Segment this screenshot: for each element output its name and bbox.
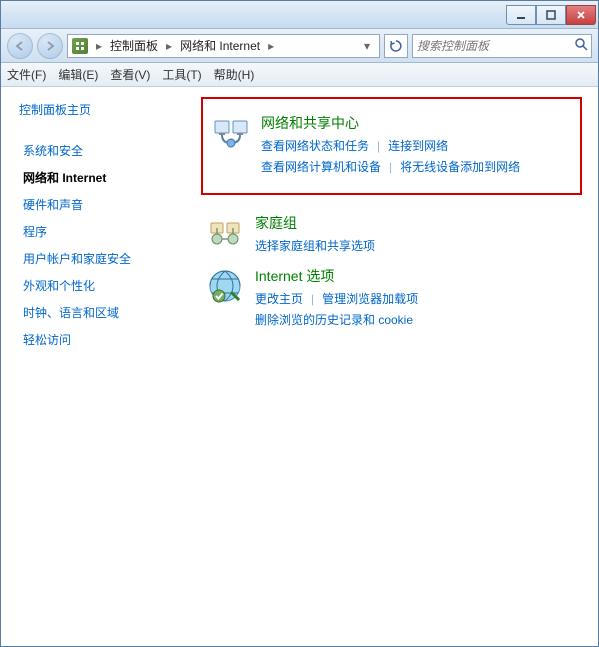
window-frame: ▸ 控制面板 ▸ 网络和 Internet ▸ ▾ 文件(F) 编辑(E) 查看… (0, 0, 599, 647)
link-separator: | (369, 139, 388, 153)
link-separator: | (303, 292, 322, 306)
breadcrumb-separator-icon[interactable]: ▸ (92, 39, 106, 53)
minimize-button[interactable] (506, 5, 536, 25)
sidebar-item[interactable]: 轻松访问 (19, 331, 191, 348)
breadcrumb-separator-icon[interactable]: ▸ (162, 39, 176, 53)
sidebar: 控制面板主页 系统和安全网络和 Internet 硬件和声音程序用户帐户和家庭安全… (1, 87, 201, 646)
category-link[interactable]: 查看网络计算机和设备 (261, 158, 381, 175)
category-link[interactable]: 管理浏览器加载项 (322, 290, 418, 307)
sidebar-item[interactable]: 外观和个性化 (19, 277, 191, 294)
address-row: ▸ 控制面板 ▸ 网络和 Internet ▸ ▾ (1, 29, 598, 63)
address-box[interactable]: ▸ 控制面板 ▸ 网络和 Internet ▸ ▾ (67, 34, 380, 58)
search-icon[interactable] (574, 37, 588, 54)
highlight-box: 网络和共享中心查看网络状态和任务|连接到网络查看网络计算机和设备|将无线设备添加… (201, 97, 582, 195)
content-pane: 网络和共享中心查看网络状态和任务|连接到网络查看网络计算机和设备|将无线设备添加… (201, 87, 598, 646)
menu-view[interactable]: 查看(V) (110, 66, 150, 83)
breadcrumb-separator-icon[interactable]: ▸ (264, 39, 278, 53)
category-links: 选择家庭组和共享选项 (255, 237, 582, 254)
refresh-button[interactable] (384, 34, 408, 58)
window-controls (506, 5, 596, 25)
sidebar-item[interactable]: 硬件和声音 (19, 196, 191, 213)
search-box[interactable] (412, 34, 592, 58)
category: 家庭组选择家庭组和共享选项 (201, 207, 582, 260)
sidebar-heading[interactable]: 控制面板主页 (19, 101, 191, 118)
forward-button[interactable] (37, 33, 63, 59)
menu-help[interactable]: 帮助(H) (214, 66, 255, 83)
category-title[interactable]: 家庭组 (255, 213, 582, 233)
body: 控制面板主页 系统和安全网络和 Internet 硬件和声音程序用户帐户和家庭安全… (1, 87, 598, 646)
breadcrumb-item[interactable]: 控制面板 (110, 37, 158, 54)
menu-edit[interactable]: 编辑(E) (58, 66, 98, 83)
category-title[interactable]: 网络和共享中心 (261, 113, 568, 133)
back-button[interactable] (7, 33, 33, 59)
category-title[interactable]: Internet 选项 (255, 266, 582, 286)
search-input[interactable] (417, 39, 574, 53)
sidebar-item[interactable]: 用户帐户和家庭安全 (19, 250, 191, 267)
category: Internet 选项更改主页|管理浏览器加载项删除浏览的历史记录和 cooki… (201, 260, 582, 334)
category-icon (205, 213, 245, 253)
category-link[interactable]: 选择家庭组和共享选项 (255, 237, 375, 254)
menu-tools[interactable]: 工具(T) (162, 66, 201, 83)
menu-bar: 文件(F) 编辑(E) 查看(V) 工具(T) 帮助(H) (1, 63, 598, 87)
category-link[interactable]: 将无线设备添加到网络 (400, 158, 520, 175)
category-links: 更改主页|管理浏览器加载项删除浏览的历史记录和 cookie (255, 290, 582, 328)
close-button[interactable] (566, 5, 596, 25)
sidebar-item[interactable]: 系统和安全 (19, 142, 191, 159)
category: 网络和共享中心查看网络状态和任务|连接到网络查看网络计算机和设备|将无线设备添加… (207, 107, 568, 181)
category-links: 查看网络状态和任务|连接到网络查看网络计算机和设备|将无线设备添加到网络 (261, 137, 568, 175)
breadcrumb-item[interactable]: 网络和 Internet (180, 37, 260, 54)
address-dropdown-icon[interactable]: ▾ (359, 39, 375, 53)
category-icon (205, 266, 245, 306)
category-link[interactable]: 删除浏览的历史记录和 cookie (255, 311, 413, 328)
menu-file[interactable]: 文件(F) (7, 66, 46, 83)
category-link[interactable]: 查看网络状态和任务 (261, 137, 369, 154)
titlebar (1, 1, 598, 29)
sidebar-item[interactable]: 程序 (19, 223, 191, 240)
category-icon (211, 113, 251, 153)
link-separator: | (381, 160, 400, 174)
control-panel-icon (72, 38, 88, 54)
category-link[interactable]: 更改主页 (255, 290, 303, 307)
sidebar-item[interactable]: 时钟、语言和区域 (19, 304, 191, 321)
sidebar-item[interactable]: 网络和 Internet (19, 169, 191, 186)
category-link[interactable]: 连接到网络 (388, 137, 448, 154)
maximize-button[interactable] (536, 5, 566, 25)
